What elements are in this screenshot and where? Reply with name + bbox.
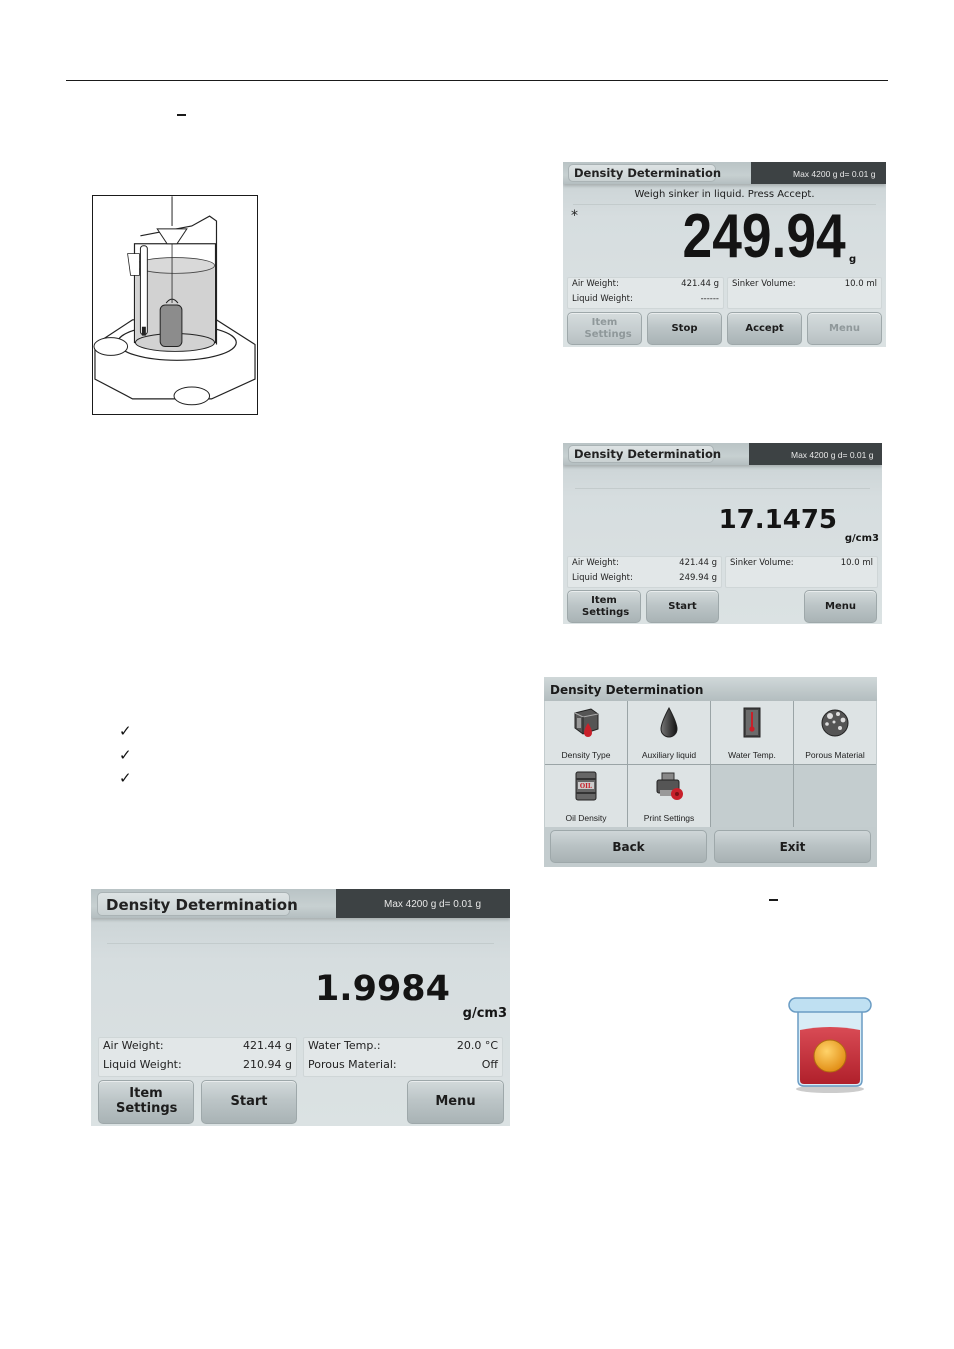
menu-grid: Density Type Auxiliary liquid Water Temp… [545, 701, 876, 827]
info-row-porous-material: Porous Material: Off [308, 1058, 498, 1071]
check-mark-icon: ✓ [119, 745, 132, 764]
screen-title: Density Determination [568, 445, 721, 463]
density-unit: g/cm3 [462, 1006, 507, 1021]
info-row-sinker-volume: Sinker Volume: 10.0 ml [732, 279, 877, 289]
info-row-liquid-weight: Liquid Weight: 249.94 g [572, 573, 717, 583]
back-button[interactable]: Back [550, 830, 707, 863]
weight-unit: g [849, 254, 857, 265]
oil-barrel-icon: OIL [575, 771, 597, 800]
heading-dash [177, 114, 186, 116]
menu-button[interactable]: Menu [807, 312, 882, 345]
scale-screen-result-solid: Density Determination Max 4200 g d= 0.01… [91, 889, 510, 1126]
screen-title: Density Determination [568, 164, 721, 182]
item-settings-button[interactable]: Item Settings [98, 1080, 194, 1124]
density-kit-illustration [92, 195, 258, 415]
info-row-air-weight: Air Weight: 421.44 g [572, 279, 719, 289]
divider [107, 943, 494, 944]
menu-item-print-settings[interactable]: Print Settings [628, 764, 710, 827]
info-panel-settings: Water Temp.: 20.0 °C Porous Material: Off [303, 1037, 503, 1077]
menu-button[interactable]: Menu [804, 590, 877, 623]
scale-screen-weigh-liquid: Density Determination Max 4200 g d= 0.01… [563, 162, 886, 347]
scale-screen-result-sinker: Density Determination Max 4200 g d= 0.01… [563, 443, 882, 624]
screen-title: Density Determination [97, 892, 298, 916]
stability-indicator: * [571, 208, 578, 224]
capacity-info: Max 4200 g d= 0.01 g [336, 889, 510, 918]
capacity-info: Max 4200 g d= 0.01 g [749, 443, 882, 465]
svg-text:OIL: OIL [580, 783, 593, 790]
info-panel-weights: Air Weight: 421.44 g Liquid Weight: 210.94… [98, 1037, 297, 1077]
beaker-icon [788, 997, 872, 1093]
info-panel-weights: Air Weight: 421.44 g Liquid Weight: ------ [567, 277, 724, 309]
menu-item-porous-material[interactable]: Porous Material [794, 701, 876, 764]
weight-reading: 249.94 [682, 202, 846, 271]
menu-item-water-temp[interactable]: Water Temp. [711, 701, 793, 764]
check-mark-icon: ✓ [119, 722, 132, 740]
menu-item-oil-density[interactable]: OIL Oil Density [545, 764, 627, 827]
menu-button[interactable]: Menu [407, 1080, 504, 1124]
heading-dash [769, 899, 778, 901]
menu-title: Density Determination [544, 677, 877, 701]
start-button[interactable]: Start [646, 590, 719, 623]
menu-empty-cell [794, 764, 876, 827]
info-row-air-weight: Air Weight: 421.44 g [103, 1039, 292, 1052]
printer-settings-icon [656, 772, 683, 800]
stop-button[interactable]: Stop [647, 312, 722, 345]
density-unit: g/cm3 [844, 533, 879, 544]
checklist: ✓ ✓ ✓ [119, 722, 132, 793]
instruction-prompt: Weigh sinker in liquid. Press Accept. [634, 189, 815, 200]
thermometer-icon [743, 707, 761, 738]
density-reading: 17.1475 [718, 505, 837, 535]
menu-empty-cell [711, 764, 793, 827]
item-settings-button[interactable]: Item Settings [567, 312, 642, 345]
density-type-icon [574, 708, 599, 737]
info-panel-sinker: Sinker Volume: 10.0 ml [727, 277, 882, 309]
accept-button[interactable]: Accept [727, 312, 802, 345]
liquid-drop-icon [660, 706, 678, 738]
density-settings-menu: Density Determination Density Type Auxil… [544, 677, 877, 867]
item-settings-button[interactable]: Item Settings [567, 590, 641, 623]
info-row-air-weight: Air Weight: 421.44 g [572, 558, 717, 568]
info-row-water-temp: Water Temp.: 20.0 °C [308, 1039, 498, 1052]
exit-button[interactable]: Exit [714, 830, 871, 863]
check-mark-icon: ✓ [119, 769, 132, 787]
start-button[interactable]: Start [201, 1080, 297, 1124]
divider [575, 488, 870, 489]
page-header-rule [66, 80, 888, 81]
capacity-info: Max 4200 g d= 0.01 g [751, 162, 886, 184]
density-reading: 1.9984 [314, 969, 450, 1009]
menu-item-density-type[interactable]: Density Type [545, 701, 627, 764]
menu-item-auxiliary-liquid[interactable]: Auxiliary liquid [628, 701, 710, 764]
info-row-liquid-weight: Liquid Weight: ------ [572, 294, 719, 304]
info-row-liquid-weight: Liquid Weight: 210.94 g [103, 1058, 292, 1071]
porous-material-icon [821, 709, 849, 737]
info-row-sinker-volume: Sinker Volume: 10.0 ml [730, 558, 873, 568]
info-panel-weights: Air Weight: 421.44 g Liquid Weight: 249.94… [567, 556, 722, 588]
info-panel-sinker: Sinker Volume: 10.0 ml [725, 556, 878, 588]
